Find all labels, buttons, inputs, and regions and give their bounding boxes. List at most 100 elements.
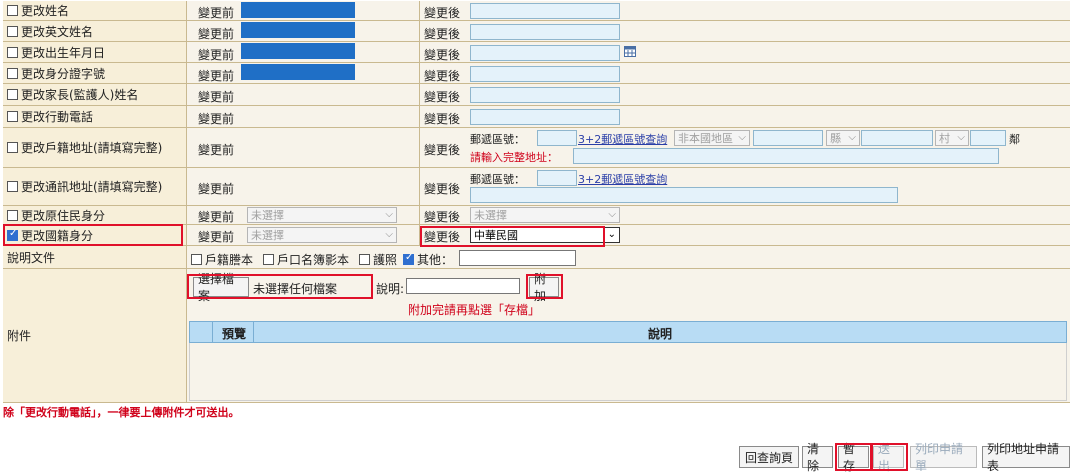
- before-label: 變更前: [198, 182, 235, 196]
- mobile-after-input[interactable]: [470, 109, 620, 125]
- id-number-checkbox[interactable]: [7, 67, 18, 79]
- indigenous-checkbox[interactable]: [7, 209, 18, 221]
- row-documents: 說明文件 戶籍謄本 戶口名簿影本 護照 其他：: [3, 246, 1070, 269]
- select-value: 未選擇: [251, 229, 284, 242]
- name-checkbox[interactable]: [7, 5, 18, 16]
- highlight-nationality-label: [3, 224, 183, 246]
- row-label: 更改身分證字號: [3, 63, 187, 83]
- after-label: 變更後: [424, 69, 461, 83]
- before-label: 變更前: [198, 90, 235, 104]
- doc-checkbox[interactable]: [359, 254, 370, 265]
- print-form-button[interactable]: 列印申請單: [910, 442, 977, 473]
- postal-code-label: 郵遞區號：: [470, 133, 525, 146]
- household-county-select[interactable]: 縣 ⌵: [826, 130, 860, 146]
- village-placeholder: 村: [939, 132, 950, 145]
- footer-note: 除「更改行動電話」，一律要上傳附件才可送出。: [3, 406, 240, 419]
- guardian-name-after-input[interactable]: [470, 87, 620, 103]
- highlight-submit-button: [871, 443, 908, 471]
- address-warning: 請輸入完整地址：: [470, 151, 558, 164]
- before-label: 變更前: [198, 112, 235, 126]
- select-value: 未選擇: [251, 209, 284, 222]
- print-address-button[interactable]: 列印地址申請表: [982, 442, 1070, 473]
- doc-other-input[interactable]: [459, 250, 576, 266]
- household-neighbor-input[interactable]: [970, 130, 1006, 146]
- row-values: [187, 84, 1070, 105]
- attachment-grid-header: 預覽 說明: [189, 321, 1067, 343]
- doc-option[interactable]: 戶籍謄本: [191, 251, 253, 268]
- home-button[interactable]: 回查詢頁: [739, 446, 799, 468]
- row-label: 更改家長(監護人)姓名: [3, 84, 187, 105]
- chevron-down-icon: ⌵: [957, 132, 965, 143]
- neighbor-suffix: 鄰: [1009, 133, 1020, 146]
- name-after-input[interactable]: [470, 3, 620, 19]
- indigenous-after-select[interactable]: 未選擇 ⌵: [470, 207, 620, 223]
- birthdate-after-input[interactable]: [470, 45, 620, 61]
- before-label: 變更前: [198, 230, 235, 244]
- english-name-checkbox[interactable]: [7, 25, 18, 37]
- divider: [419, 206, 420, 224]
- guardian-name-checkbox[interactable]: [7, 89, 18, 100]
- after-label: 變更後: [424, 48, 461, 62]
- row-label-text: 更改通訊地址(請填寫完整): [21, 180, 163, 194]
- col-desc: 說明: [648, 327, 673, 341]
- birthdate-checkbox[interactable]: [7, 46, 18, 58]
- postal-code-label: 郵遞區號：: [470, 173, 525, 186]
- after-label: 變更後: [424, 210, 461, 224]
- doc-option-label: 其他：: [417, 253, 454, 267]
- id-number-after-input[interactable]: [470, 66, 620, 82]
- row-label: 附件: [3, 269, 187, 402]
- mobile-checkbox[interactable]: [7, 111, 18, 122]
- clear-button[interactable]: 清除: [802, 442, 833, 473]
- desc-label: 說明:: [376, 282, 405, 296]
- print-address-label: 列印地址申請表: [987, 442, 1060, 473]
- row-label-text: 更改家長(監護人)姓名: [21, 88, 139, 102]
- mailing-full-address-input[interactable]: [470, 187, 898, 203]
- row-label: 說明文件: [3, 246, 187, 268]
- english-name-after-input[interactable]: [470, 24, 620, 40]
- doc-checkbox[interactable]: [263, 254, 274, 265]
- chevron-down-icon: ⌵: [385, 209, 393, 220]
- nationality-before-select: 未選擇 ⌵: [247, 227, 397, 243]
- before-label: 變更前: [198, 6, 235, 20]
- attachment-desc-input[interactable]: [406, 278, 520, 294]
- before-label: 變更前: [198, 27, 235, 41]
- chevron-down-icon: ⌵: [385, 229, 393, 240]
- divider: [253, 322, 254, 342]
- before-label: 變更前: [198, 143, 235, 157]
- postal-lookup-link[interactable]: 3+2郵遞區號查詢: [578, 171, 667, 187]
- mailing-address-checkbox[interactable]: [7, 181, 18, 192]
- row-label-text: 更改英文姓名: [21, 24, 94, 39]
- household-full-address-input[interactable]: [573, 148, 999, 164]
- household-postal-input[interactable]: [537, 130, 577, 146]
- household-street-input[interactable]: [753, 130, 823, 146]
- mailing-postal-input[interactable]: [537, 170, 577, 186]
- row-indigenous: 更改原住民身分 變更前 未選擇 ⌵ 變更後 未選擇 ⌵: [3, 206, 1070, 225]
- after-label: 變更後: [424, 27, 461, 41]
- calendar-icon[interactable]: [624, 46, 636, 57]
- doc-option[interactable]: 戶口名簿影本: [263, 251, 349, 268]
- row-label-text: 更改行動電話: [21, 110, 94, 124]
- doc-option-label: 護照: [373, 253, 398, 267]
- doc-option[interactable]: 護照: [359, 251, 397, 268]
- doc-option[interactable]: 其他：: [403, 251, 453, 268]
- doc-checkbox[interactable]: [403, 252, 414, 265]
- divider: [212, 322, 213, 342]
- after-label: 變更後: [424, 143, 461, 157]
- row-label: 更改戶籍地址(請填寫完整): [3, 128, 187, 167]
- home-label: 回查詢頁: [744, 450, 793, 465]
- row-label: 更改姓名: [3, 1, 187, 20]
- household-address-checkbox[interactable]: [7, 142, 18, 153]
- county-placeholder: 縣: [830, 132, 841, 145]
- chevron-down-icon: ⌵: [738, 132, 746, 143]
- highlight-file-chooser: [187, 274, 373, 299]
- doc-checkbox[interactable]: [191, 254, 202, 265]
- postal-lookup-link[interactable]: 3+2郵遞區號查詢: [578, 131, 667, 147]
- divider: [419, 84, 420, 105]
- household-village-input[interactable]: [861, 130, 933, 146]
- household-village-select[interactable]: 村 ⌵: [935, 130, 969, 146]
- row-label-text: 更改戶籍地址(請填寫完整): [21, 141, 163, 155]
- doc-option-label: 戶口名簿影本: [277, 253, 350, 267]
- before-label: 變更前: [198, 210, 235, 224]
- row-label: 更改通訊地址(請填寫完整): [3, 168, 187, 205]
- household-area-select[interactable]: 非本國地區 ⌵: [674, 130, 750, 146]
